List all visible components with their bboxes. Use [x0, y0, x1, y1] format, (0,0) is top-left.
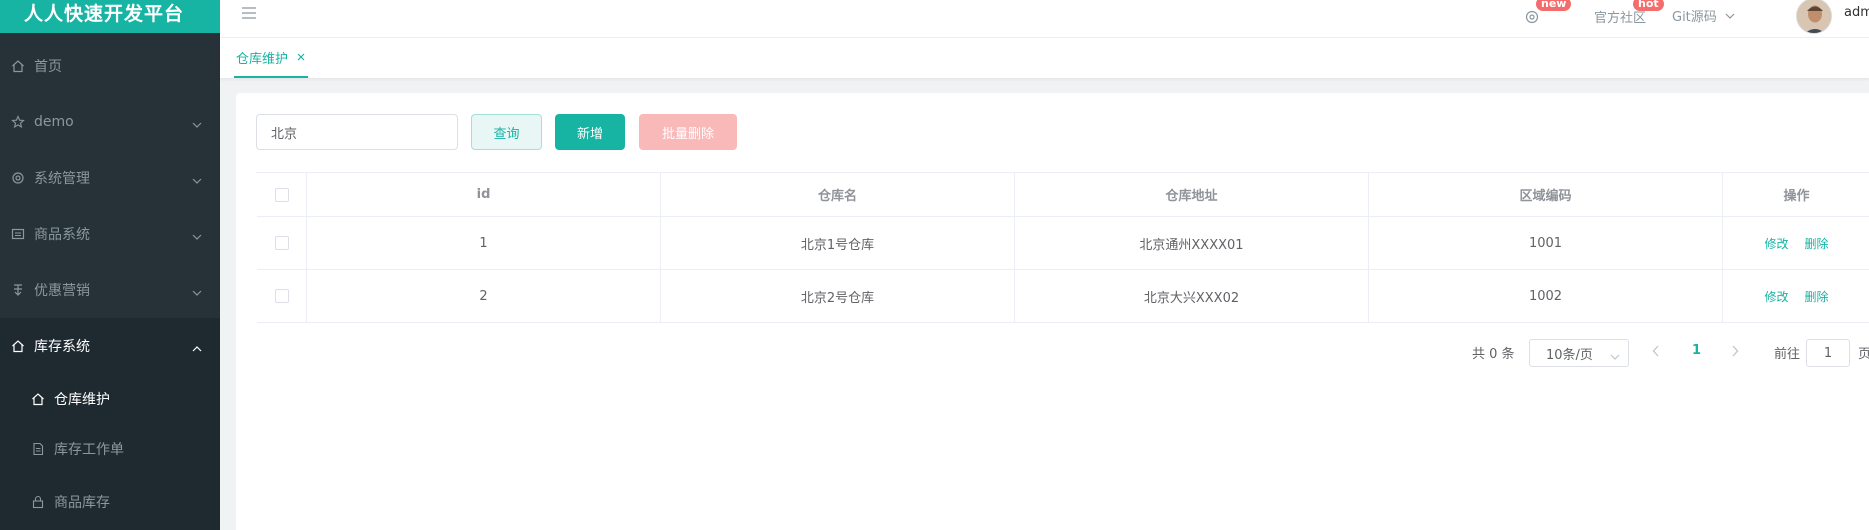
chevron-down-icon: [1610, 349, 1620, 364]
row-checkbox[interactable]: [274, 289, 289, 303]
home-icon: [30, 391, 46, 407]
sidebar-subitem-warehouse[interactable]: 仓库维护: [0, 374, 220, 424]
select-all-checkbox[interactable]: [274, 187, 289, 202]
table-row: 2 北京2号仓库 北京大兴XXX02 1002 修改 删除: [257, 270, 1869, 323]
sidebar-item-label: 首页: [34, 59, 62, 75]
document-icon: [30, 441, 46, 457]
table-header-row: id 仓库名 仓库地址 区域编码 操作: [257, 173, 1869, 217]
git-link[interactable]: Git源码: [1672, 0, 1735, 32]
sidebar-item-demo[interactable]: demo: [0, 94, 220, 150]
edit-link[interactable]: 修改: [1764, 288, 1788, 305]
add-button[interactable]: 新增: [555, 114, 625, 150]
sidebar: 人人快速开发平台 首页 demo 系统管理 商品系统 优惠营销 库存系统 仓库维…: [0, 0, 220, 530]
table-row: 1 北京1号仓库 北京通州XXXX01 1001 修改 删除: [257, 217, 1869, 270]
row-checkbox-cell: [257, 217, 307, 269]
warehouse-table: id 仓库名 仓库地址 区域编码 操作 1 北京1号仓库 北京通州XXXX01 …: [256, 172, 1869, 323]
sidebar-subitem-label: 商品库存: [54, 495, 110, 511]
cell-name: 北京1号仓库: [661, 217, 1015, 269]
tab-bar: 仓库维护: [220, 38, 1869, 78]
prev-page-button[interactable]: [1652, 345, 1660, 361]
tab-warehouse[interactable]: 仓库维护: [234, 38, 309, 78]
page-number-current[interactable]: 1: [1692, 343, 1701, 358]
header-ops: 操作: [1783, 189, 1810, 204]
delete-link[interactable]: 删除: [1805, 235, 1829, 252]
header-address: 仓库地址: [1015, 173, 1369, 216]
git-link-label: Git源码: [1672, 10, 1717, 25]
sidebar-item-system[interactable]: 系统管理: [0, 150, 220, 206]
sidebar-subitem-stock-order[interactable]: 库存工作单: [0, 424, 220, 474]
next-page-button[interactable]: [1731, 345, 1739, 361]
header-name: 仓库名: [661, 173, 1015, 216]
delete-link[interactable]: 删除: [1805, 288, 1829, 305]
new-badge: new: [1536, 0, 1572, 11]
sidebar-subitem-label: 仓库维护: [54, 392, 110, 408]
sidebar-item-label: 优惠营销: [34, 283, 90, 299]
username[interactable]: admi: [1844, 0, 1869, 29]
warehouse-icon: [10, 338, 26, 354]
sidebar-item-label: 系统管理: [34, 171, 90, 187]
page-size-select[interactable]: 10条/页: [1529, 339, 1629, 367]
sidebar-subitem-product-stock[interactable]: 商品库存: [0, 474, 220, 530]
chevron-down-icon: [1725, 8, 1735, 23]
chevron-down-icon: [192, 228, 202, 244]
cell-ops: 修改 删除: [1723, 270, 1869, 322]
cell-area-code: 1001: [1369, 217, 1723, 269]
header-checkbox-cell: [257, 173, 307, 216]
sidebar-item-inventory[interactable]: 库存系统: [0, 318, 220, 374]
cell-address: 北京通州XXXX01: [1015, 217, 1369, 269]
cell-name: 北京2号仓库: [661, 270, 1015, 322]
chevron-down-icon: [192, 172, 202, 188]
star-icon: [10, 114, 26, 130]
sidebar-item-home[interactable]: 首页: [0, 38, 220, 94]
home-icon: [10, 58, 26, 74]
search-input[interactable]: [256, 114, 458, 150]
sidebar-item-label: 商品系统: [34, 227, 90, 243]
cell-ops: 修改 删除: [1723, 217, 1869, 269]
chevron-down-icon: [192, 116, 202, 132]
goto-label: 前往: [1774, 347, 1801, 362]
sidebar-item-label: 库存系统: [34, 339, 90, 355]
product-icon: [10, 226, 26, 242]
cell-id: 2: [307, 270, 661, 322]
query-button[interactable]: 查询: [471, 114, 542, 150]
row-checkbox-cell: [257, 270, 307, 322]
goto-page-input[interactable]: [1806, 339, 1850, 367]
top-navbar: new 官方社区 hot Git源码: [220, 0, 1869, 38]
tab-label: 仓库维护: [236, 51, 289, 67]
hot-badge: hot: [1633, 0, 1664, 11]
pagination-total: 共 0 条: [1472, 347, 1515, 362]
lock-icon: [30, 494, 46, 510]
batch-delete-button[interactable]: 批量删除: [639, 114, 737, 150]
sidebar-item-label: demo: [34, 114, 74, 130]
cell-id: 1: [307, 217, 661, 269]
header-area-code: 区域编码: [1369, 173, 1723, 216]
page-suffix: 页: [1858, 347, 1869, 362]
gear-icon: [10, 170, 26, 186]
coupon-icon: [10, 282, 26, 298]
close-icon[interactable]: [296, 52, 306, 62]
sidebar-item-product[interactable]: 商品系统: [0, 206, 220, 262]
sidebar-subitem-label: 库存工作单: [54, 442, 124, 458]
row-checkbox[interactable]: [274, 236, 289, 250]
sidebar-item-coupon[interactable]: 优惠营销: [0, 262, 220, 318]
header-id: id: [307, 173, 661, 216]
menu-toggle-icon[interactable]: [240, 4, 258, 26]
cell-area-code: 1002: [1369, 270, 1723, 322]
page-size-value: 10条/页: [1546, 347, 1593, 363]
edit-link[interactable]: 修改: [1764, 235, 1788, 252]
brand-title[interactable]: 人人快速开发平台: [0, 0, 220, 33]
chevron-down-icon: [192, 284, 202, 300]
cell-address: 北京大兴XXX02: [1015, 270, 1369, 322]
chevron-up-icon: [192, 340, 202, 356]
